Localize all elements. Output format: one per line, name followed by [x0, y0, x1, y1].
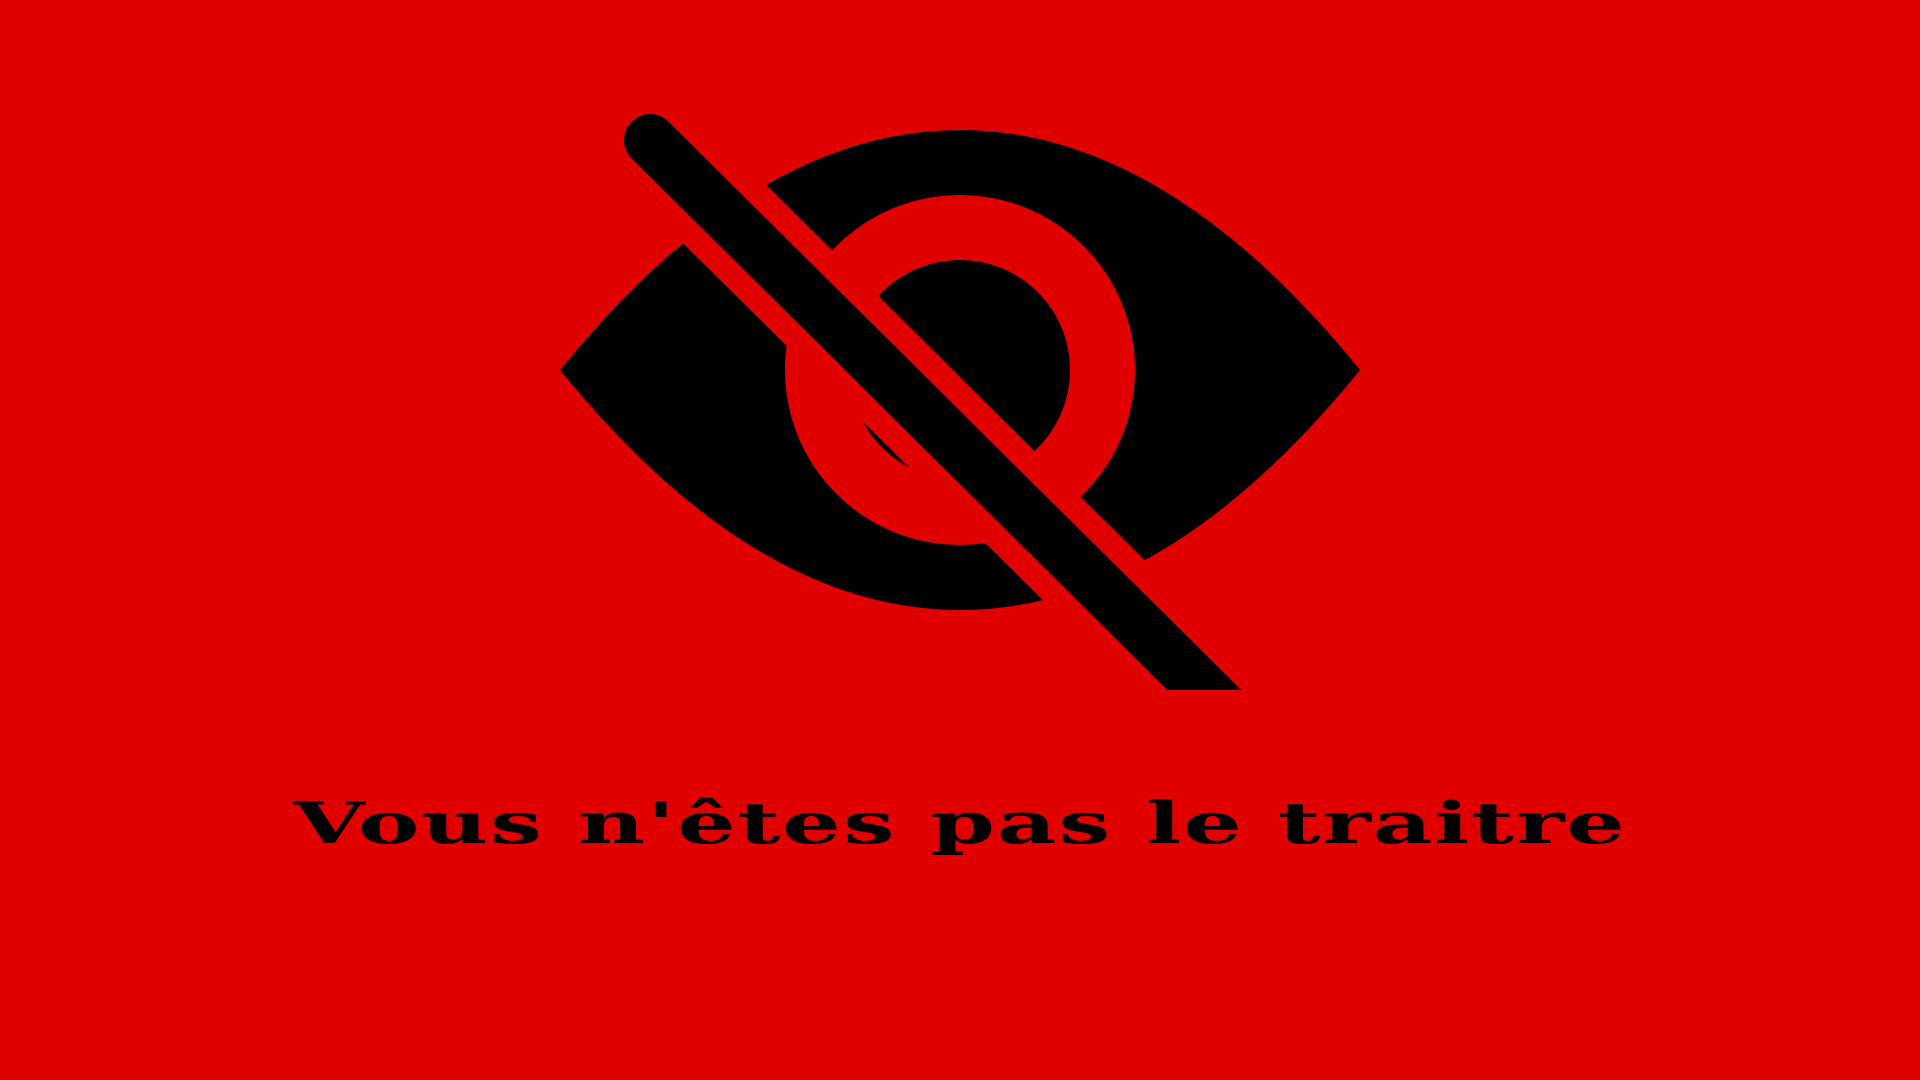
- role-reveal-screen: Vous n'êtes pas le traitre: [0, 0, 1920, 1080]
- eye-slash-icon: [560, 114, 1360, 690]
- role-message: Vous n'êtes pas le traitre: [293, 789, 1627, 857]
